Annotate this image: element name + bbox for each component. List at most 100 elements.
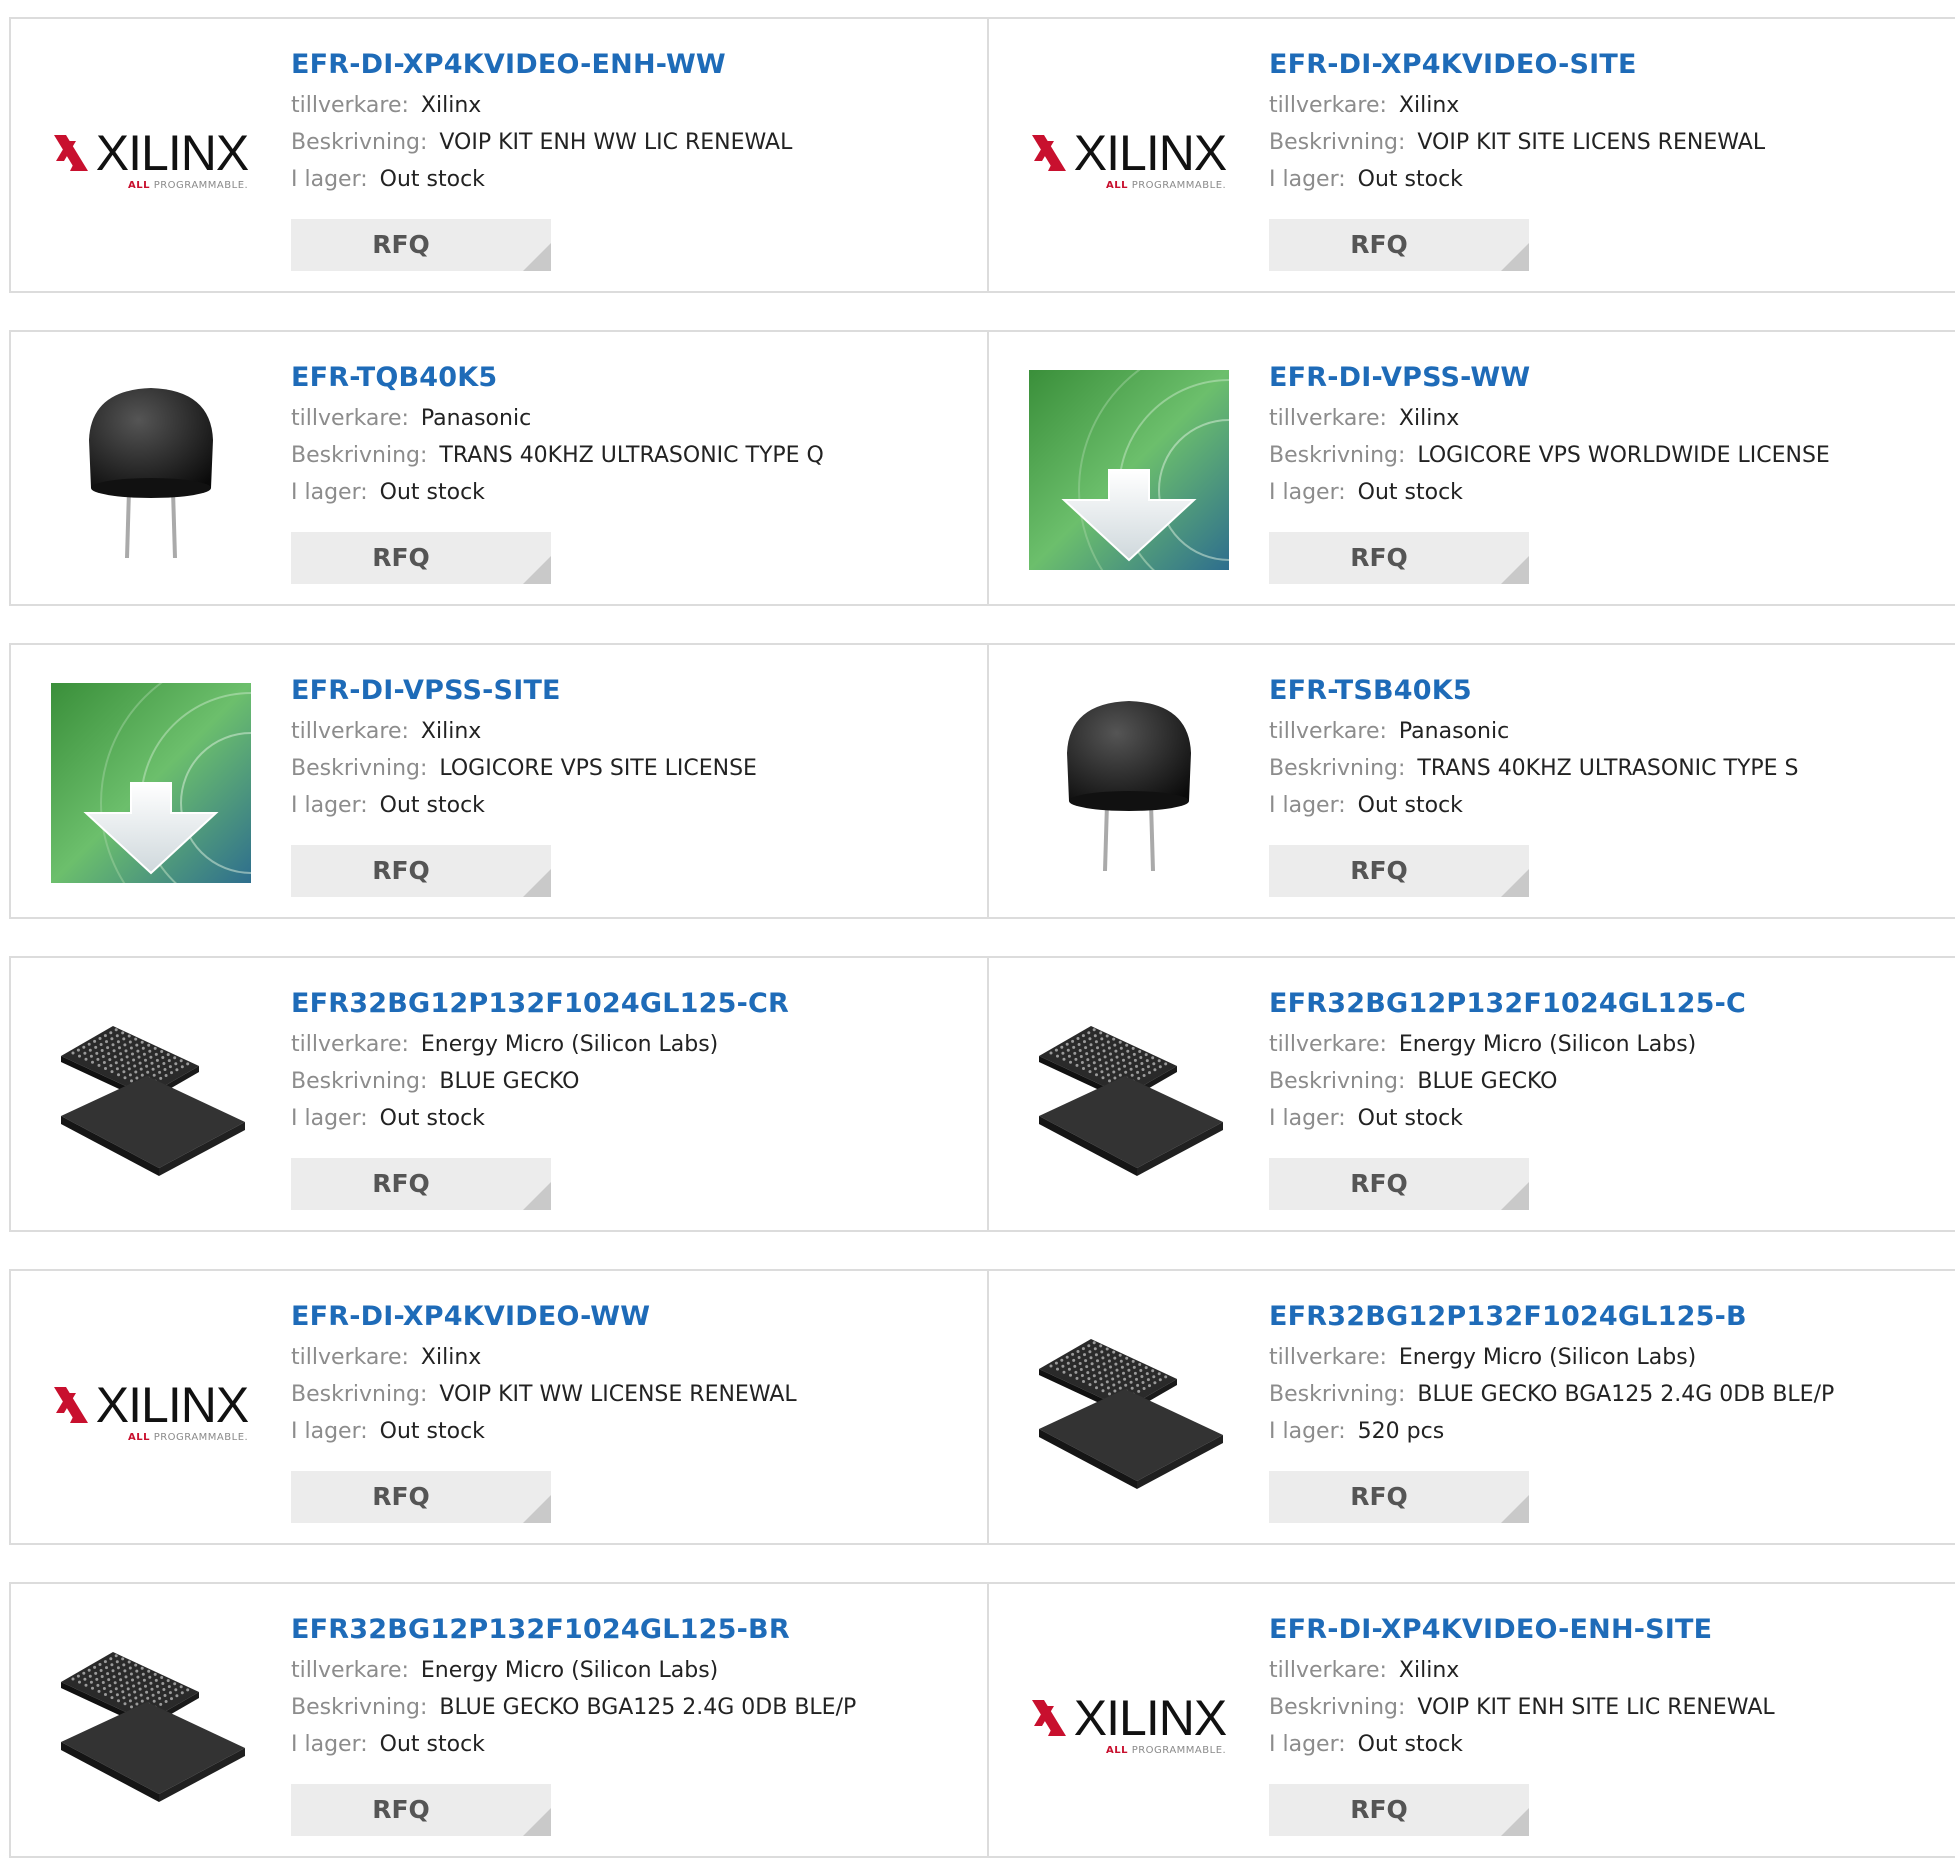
rfq-button[interactable]: RFQ <box>291 219 551 271</box>
product-title-link[interactable]: EFR-DI-XP4KVIDEO-ENH-WW <box>291 49 792 87</box>
stock-value: Out stock <box>1357 480 1463 505</box>
stock-value: Out stock <box>379 167 485 192</box>
description-value: BLUE GECKO <box>1417 1069 1558 1094</box>
description-row: Beskrivning: BLUE GECKO <box>1269 1063 1746 1100</box>
manufacturer-label: tillverkare: <box>1269 93 1387 118</box>
manufacturer-value: Panasonic <box>1398 719 1510 744</box>
product-image[interactable]: XILINX ALL PROGRAMMABLE. <box>51 1309 251 1509</box>
manufacturer-label: tillverkare: <box>291 406 409 431</box>
description-value: VOIP KIT ENH SITE LIC RENEWAL <box>1417 1695 1775 1720</box>
product-image[interactable] <box>51 1622 251 1822</box>
manufacturer-value: Energy Micro (Silicon Labs) <box>420 1658 719 1683</box>
rfq-label: RFQ <box>1350 1795 1408 1824</box>
stock-label: I lager: <box>1269 1419 1346 1444</box>
description-label: Beskrivning: <box>1269 1069 1406 1094</box>
xilinx-logo-icon: XILINX ALL PROGRAMMABLE. <box>53 1376 249 1443</box>
product-card: EFR32BG12P132F1024GL125-C tillverkare: En… <box>987 958 1955 1230</box>
product-info: EFR-DI-XP4KVIDEO-SITE tillverkare: Xilinx… <box>1269 49 1765 198</box>
description-label: Beskrivning: <box>1269 756 1406 781</box>
stock-row: I lager: Out stock <box>1269 787 1799 824</box>
product-title-link[interactable]: EFR-DI-XP4KVIDEO-SITE <box>1269 49 1765 87</box>
ultrasonic-sensor-icon <box>89 388 213 559</box>
rfq-button[interactable]: RFQ <box>291 845 551 897</box>
description-row: Beskrivning: TRANS 40KHZ ULTRASONIC TYPE … <box>1269 750 1799 787</box>
product-title-link[interactable]: EFR32BG12P132F1024GL125-CR <box>291 988 789 1026</box>
product-card: XILINX ALL PROGRAMMABLE. EFR-DI-XP4KVIDE… <box>9 1271 987 1543</box>
product-image[interactable] <box>51 370 251 570</box>
product-image[interactable] <box>1029 996 1229 1196</box>
product-info: EFR32BG12P132F1024GL125-BR tillverkare: E… <box>291 1614 856 1763</box>
product-card: EFR-TSB40K5 tillverkare: Panasonic Beskri… <box>987 645 1955 917</box>
product-image[interactable] <box>51 996 251 1196</box>
download-disc-icon <box>1029 370 1229 570</box>
product-image[interactable]: XILINX ALL PROGRAMMABLE. <box>51 57 251 257</box>
product-title-link[interactable]: EFR-DI-VPSS-WW <box>1269 362 1830 400</box>
description-row: Beskrivning: BLUE GECKO BGA125 2.4G 0DB B… <box>291 1689 856 1726</box>
ultrasonic-sensor-icon <box>1067 701 1191 872</box>
rfq-button[interactable]: RFQ <box>1269 1471 1529 1523</box>
manufacturer-label: tillverkare: <box>1269 1032 1387 1057</box>
rfq-button[interactable]: RFQ <box>1269 1158 1529 1210</box>
product-image[interactable] <box>1029 1309 1229 1509</box>
product-info: EFR32BG12P132F1024GL125-C tillverkare: En… <box>1269 988 1746 1137</box>
manufacturer-value: Xilinx <box>420 719 482 744</box>
rfq-button[interactable]: RFQ <box>291 532 551 584</box>
manufacturer-value: Energy Micro (Silicon Labs) <box>420 1032 719 1057</box>
product-image[interactable] <box>51 683 251 883</box>
product-image[interactable]: XILINX ALL PROGRAMMABLE. <box>1029 1622 1229 1822</box>
corner-triangle-icon <box>523 1808 551 1836</box>
stock-value: Out stock <box>379 1419 485 1444</box>
rfq-button[interactable]: RFQ <box>291 1158 551 1210</box>
rfq-button[interactable]: RFQ <box>1269 219 1529 271</box>
description-label: Beskrivning: <box>291 1695 428 1720</box>
corner-triangle-icon <box>1501 1495 1529 1523</box>
manufacturer-label: tillverkare: <box>1269 1345 1387 1370</box>
product-title-link[interactable]: EFR32BG12P132F1024GL125-B <box>1269 1301 1834 1339</box>
stock-row: I lager: Out stock <box>291 1726 856 1763</box>
product-row: EFR32BG12P132F1024GL125-CR tillverkare: E… <box>9 956 1955 1232</box>
product-card: EFR32BG12P132F1024GL125-BR tillverkare: E… <box>9 1584 987 1856</box>
description-value: LOGICORE VPS WORLDWIDE LICENSE <box>1417 443 1830 468</box>
manufacturer-row: tillverkare: Xilinx <box>1269 87 1765 124</box>
product-info: EFR-DI-VPSS-SITE tillverkare: Xilinx Besk… <box>291 675 757 824</box>
product-title-link[interactable]: EFR-TQB40K5 <box>291 362 824 400</box>
product-image[interactable]: XILINX ALL PROGRAMMABLE. <box>1029 57 1229 257</box>
rfq-button[interactable]: RFQ <box>291 1784 551 1836</box>
bga-chip-icon <box>61 1026 245 1176</box>
product-title-link[interactable]: EFR32BG12P132F1024GL125-BR <box>291 1614 856 1652</box>
stock-row: I lager: Out stock <box>291 1100 789 1137</box>
product-title-link[interactable]: EFR-TSB40K5 <box>1269 675 1799 713</box>
product-card: XILINX ALL PROGRAMMABLE. EFR-DI-XP4KVIDE… <box>987 1584 1955 1856</box>
bga-chip-icon <box>61 1652 245 1802</box>
stock-label: I lager: <box>291 793 368 818</box>
manufacturer-row: tillverkare: Xilinx <box>1269 400 1830 437</box>
rfq-button[interactable]: RFQ <box>1269 1784 1529 1836</box>
description-row: Beskrivning: TRANS 40KHZ ULTRASONIC TYPE … <box>291 437 824 474</box>
manufacturer-row: tillverkare: Energy Micro (Silicon Labs) <box>291 1026 789 1063</box>
stock-row: I lager: Out stock <box>291 787 757 824</box>
rfq-button[interactable]: RFQ <box>1269 845 1529 897</box>
stock-label: I lager: <box>1269 167 1346 192</box>
product-image[interactable] <box>1029 370 1229 570</box>
product-title-link[interactable]: EFR-DI-VPSS-SITE <box>291 675 757 713</box>
rfq-label: RFQ <box>372 1169 430 1198</box>
corner-triangle-icon <box>523 1495 551 1523</box>
manufacturer-row: tillverkare: Xilinx <box>291 87 792 124</box>
product-title-link[interactable]: EFR32BG12P132F1024GL125-C <box>1269 988 1746 1026</box>
manufacturer-value: Energy Micro (Silicon Labs) <box>1398 1345 1697 1370</box>
product-title-link[interactable]: EFR-DI-XP4KVIDEO-WW <box>291 1301 797 1339</box>
product-row: EFR-DI-VPSS-SITE tillverkare: Xilinx Besk… <box>9 643 1955 919</box>
download-disc-icon <box>51 683 251 883</box>
manufacturer-value: Xilinx <box>420 93 482 118</box>
product-info: EFR32BG12P132F1024GL125-CR tillverkare: E… <box>291 988 789 1137</box>
description-row: Beskrivning: VOIP KIT WW LICENSE RENEWAL <box>291 1376 797 1413</box>
manufacturer-value: Panasonic <box>420 406 532 431</box>
manufacturer-label: tillverkare: <box>291 1658 409 1683</box>
rfq-label: RFQ <box>1350 1482 1408 1511</box>
description-label: Beskrivning: <box>291 443 428 468</box>
rfq-button[interactable]: RFQ <box>1269 532 1529 584</box>
rfq-button[interactable]: RFQ <box>291 1471 551 1523</box>
corner-triangle-icon <box>1501 869 1529 897</box>
product-title-link[interactable]: EFR-DI-XP4KVIDEO-ENH-SITE <box>1269 1614 1775 1652</box>
product-image[interactable] <box>1029 683 1229 883</box>
